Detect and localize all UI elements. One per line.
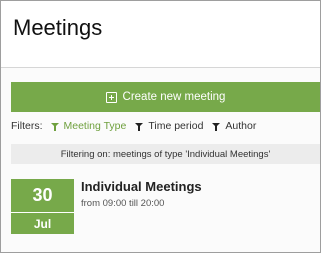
filter-time-period-label: Time period — [148, 120, 204, 132]
meetings-panel: Meetings Create new meeting Filters: Mee… — [0, 0, 321, 253]
page-title: Meetings — [13, 15, 103, 40]
filter-meeting-type-label: Meeting Type — [63, 120, 127, 132]
filter-author-label: Author — [225, 120, 257, 132]
meeting-date-badge: 30 Jul — [11, 179, 74, 234]
filter-author[interactable]: Author — [212, 120, 256, 132]
create-meeting-button[interactable]: Create new meeting — [11, 82, 320, 112]
filter-bar: Filters: Meeting Type Time period Author — [11, 119, 265, 133]
filters-label: Filters: — [11, 120, 43, 132]
funnel-icon — [135, 123, 144, 131]
page-header: Meetings — [1, 1, 320, 68]
meeting-date-day: 30 — [11, 179, 74, 213]
meeting-date-month: Jul — [11, 213, 74, 234]
filter-time-period[interactable]: Time period — [135, 120, 203, 132]
filter-meeting-type[interactable]: Meeting Type — [50, 120, 127, 132]
create-meeting-label: Create new meeting — [122, 91, 226, 103]
funnel-icon — [50, 123, 59, 131]
funnel-icon — [212, 123, 221, 131]
filter-status-bar: Filtering on: meetings of type 'Individu… — [11, 144, 320, 164]
meeting-title-link[interactable]: Individual Meetings — [81, 179, 202, 194]
filter-status-text: Filtering on: meetings of type 'Individu… — [60, 148, 271, 160]
plus-square-icon — [105, 91, 117, 103]
meeting-time: from 09:00 till 20:00 — [81, 198, 165, 209]
